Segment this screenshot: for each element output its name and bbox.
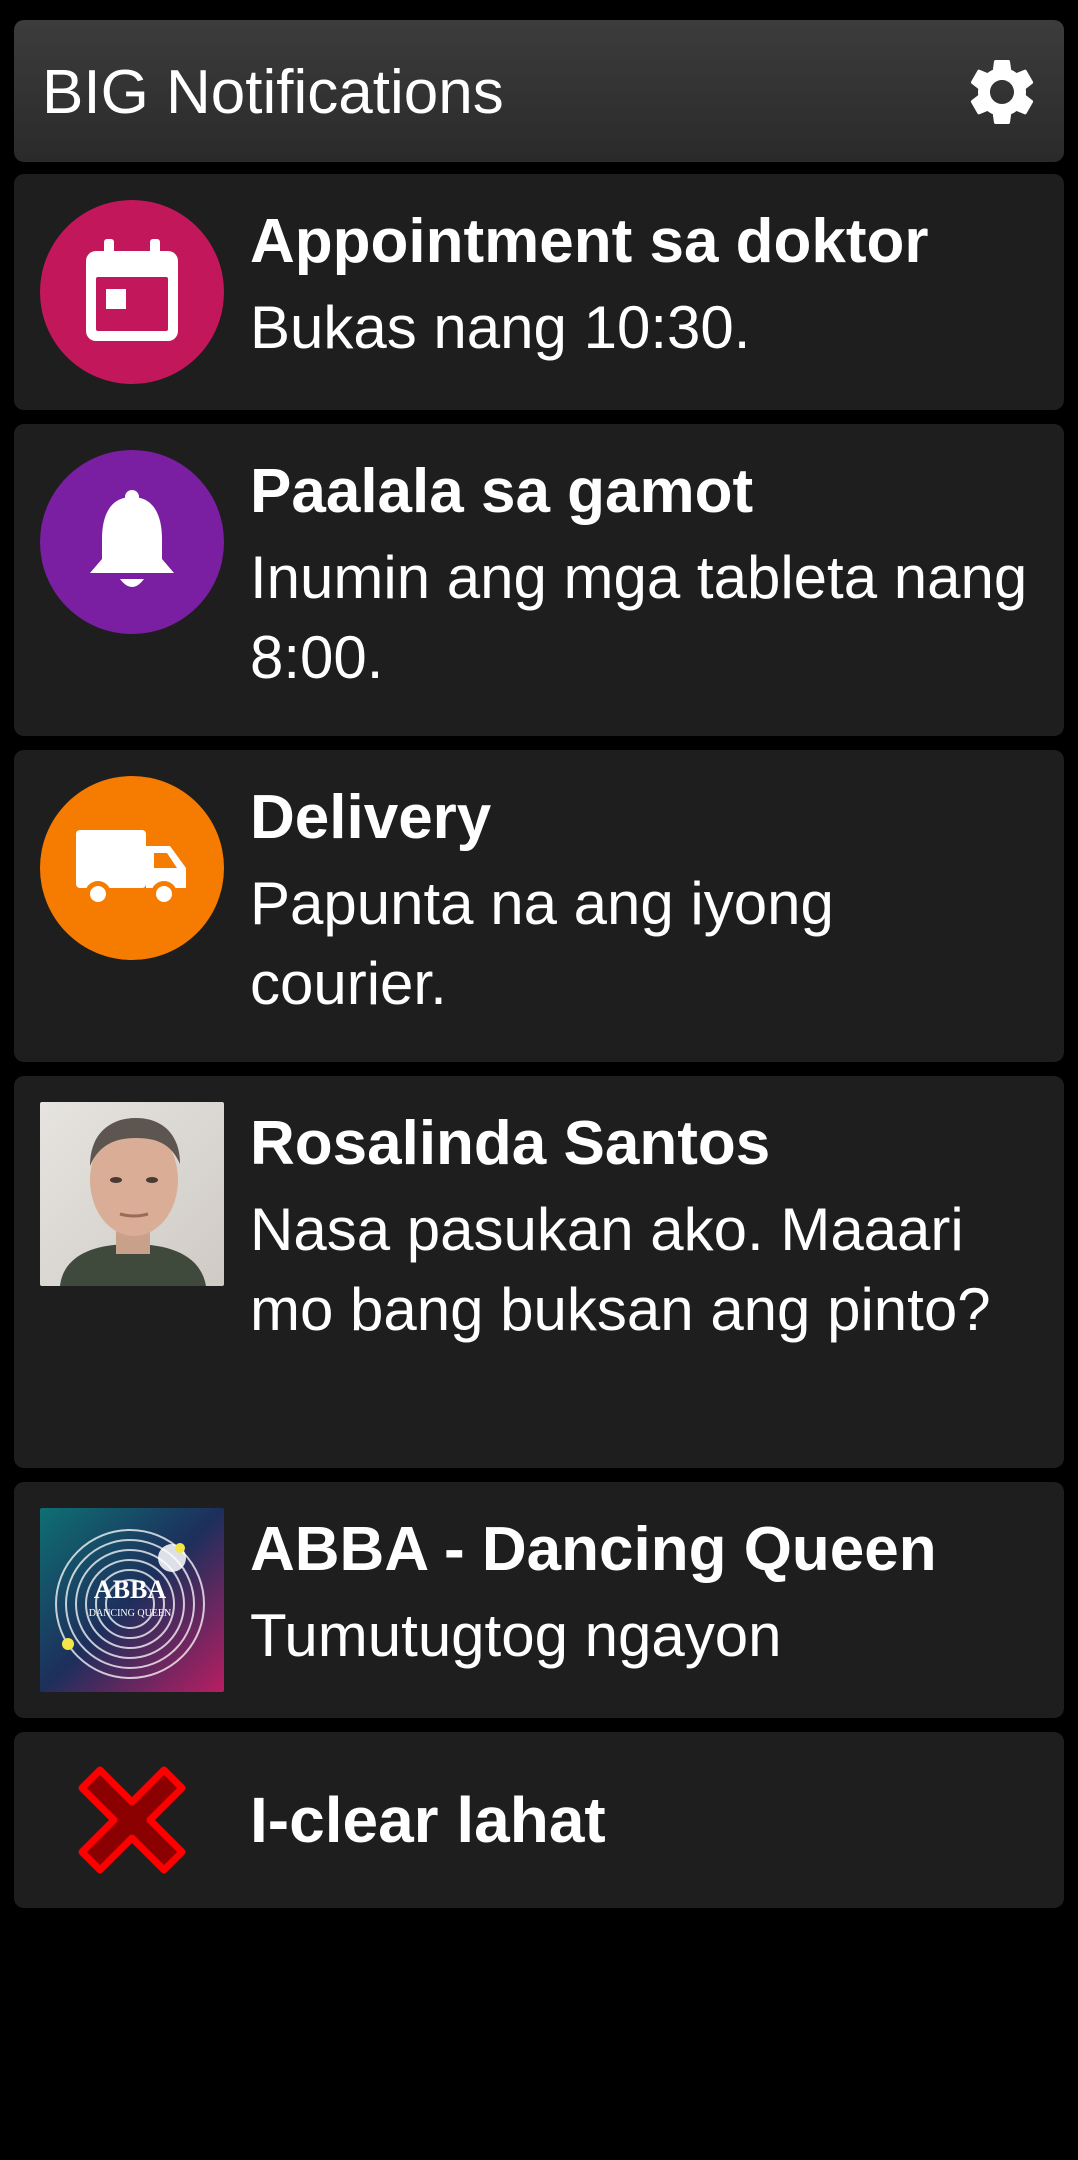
screen: BIG Notifications Appointment sa doktor … bbox=[0, 0, 1078, 2160]
clear-all-label: I-clear lahat bbox=[250, 1784, 606, 1856]
notification-card-delivery[interactable]: Delivery Papunta na ang iyong courier. bbox=[14, 750, 1064, 1062]
app-header: BIG Notifications bbox=[14, 20, 1064, 162]
close-x-icon bbox=[78, 1766, 186, 1874]
notification-title: ABBA - Dancing Queen bbox=[250, 1515, 937, 1584]
gear-icon bbox=[970, 59, 1034, 124]
clear-all-icon-wrap bbox=[72, 1760, 192, 1880]
notification-body: Papunta na ang iyong courier. bbox=[250, 870, 834, 1017]
app-title: BIG Notifications bbox=[42, 58, 504, 127]
notification-card-medication[interactable]: Paalala sa gamot Inumin ang mga tableta … bbox=[14, 424, 1064, 736]
notification-text: Delivery Papunta na ang iyong courier. bbox=[250, 780, 1040, 1024]
notification-title: Delivery bbox=[250, 783, 492, 852]
truck-icon bbox=[76, 830, 186, 907]
calendar-icon bbox=[86, 239, 178, 341]
notification-body: Nasa pasukan ako. Maaari mo bang buksan … bbox=[250, 1196, 991, 1343]
clear-all-button[interactable]: I-clear lahat bbox=[14, 1732, 1064, 1908]
truck-icon-circle bbox=[40, 776, 224, 960]
contact-avatar-icon bbox=[40, 1102, 224, 1286]
bell-icon bbox=[90, 490, 174, 587]
notification-text: Paalala sa gamot Inumin ang mga tableta … bbox=[250, 454, 1040, 698]
notification-body: Tumutugtog ngayon bbox=[250, 1602, 782, 1669]
album-art-icon: ABBA DANCING QUEEN bbox=[40, 1508, 224, 1692]
notification-text: Appointment sa doktor Bukas nang 10:30. bbox=[250, 204, 1040, 368]
notification-body: Bukas nang 10:30. bbox=[250, 294, 751, 361]
notification-title: Paalala sa gamot bbox=[250, 457, 754, 526]
notification-text: Rosalinda Santos Nasa pasukan ako. Maaar… bbox=[250, 1106, 1040, 1350]
calendar-icon-circle bbox=[40, 200, 224, 384]
album-art-subtitle: DANCING QUEEN bbox=[89, 1608, 172, 1619]
notification-card-message[interactable]: Rosalinda Santos Nasa pasukan ako. Maaar… bbox=[14, 1076, 1064, 1468]
settings-button[interactable] bbox=[960, 50, 1044, 134]
notification-title: Appointment sa doktor bbox=[250, 207, 929, 276]
bell-icon-circle bbox=[40, 450, 224, 634]
contact-photo bbox=[40, 1102, 224, 1286]
notification-card-media[interactable]: ABBA DANCING QUEEN ABBA - Dancing Queen … bbox=[14, 1482, 1064, 1718]
album-art: ABBA DANCING QUEEN bbox=[40, 1508, 224, 1692]
album-art-title: ABBA bbox=[94, 1575, 166, 1604]
notification-card-appointment[interactable]: Appointment sa doktor Bukas nang 10:30. bbox=[14, 174, 1064, 410]
notification-body: Inumin ang mga tableta nang 8:00. bbox=[250, 544, 1028, 691]
notification-text: ABBA - Dancing Queen Tumutugtog ngayon bbox=[250, 1512, 1040, 1676]
notification-title: Rosalinda Santos bbox=[250, 1109, 771, 1178]
